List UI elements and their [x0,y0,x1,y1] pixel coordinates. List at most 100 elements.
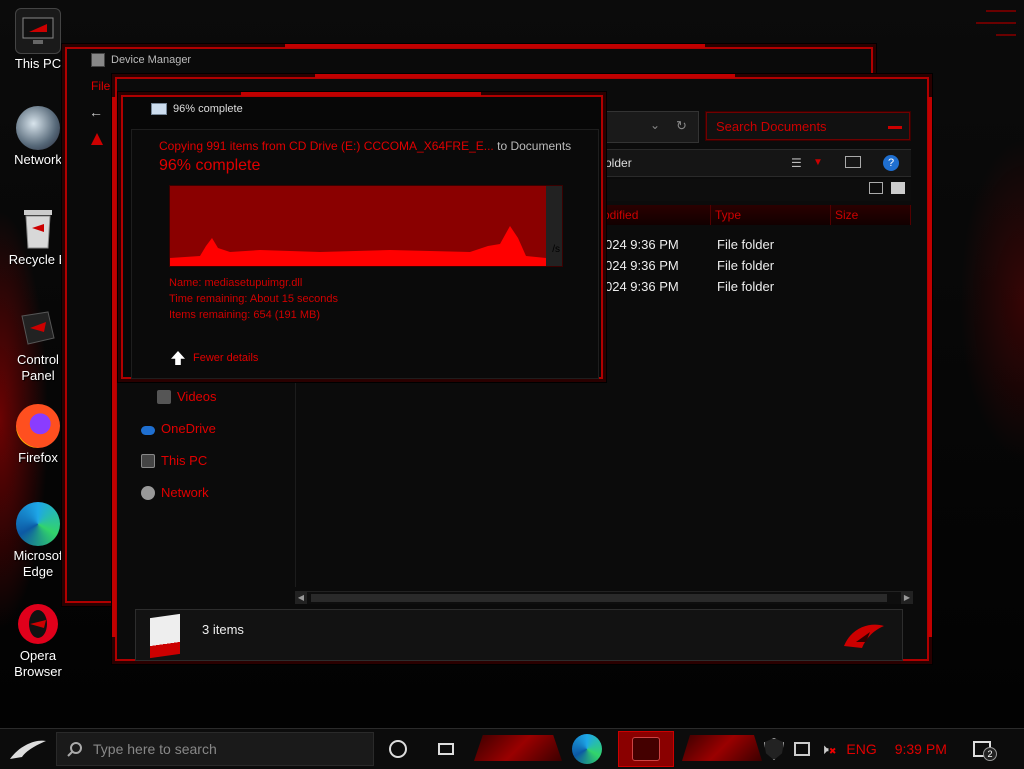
task-view-icon [438,743,454,755]
firefox-icon [16,404,60,448]
action-center-button[interactable]: 2 [968,735,997,763]
task-view-button[interactable] [432,735,460,763]
copy-icon [151,103,167,115]
cortana-icon [389,740,407,758]
help-icon[interactable]: ? [883,155,899,171]
corner-decoration [964,0,1024,60]
clock[interactable]: 9:39 PM [895,741,947,757]
nav-item-label: This PC [161,453,208,468]
frame-accent [285,44,705,48]
back-arrow-icon[interactable]: ← [89,105,107,119]
scroll-right-icon[interactable]: ▶ [901,592,913,604]
item-count: 3 items [202,622,244,637]
row-modified: 024 9:36 PM [605,279,679,294]
copy-to: to [497,139,508,153]
taskbar-decoration [474,735,562,761]
frame-accent-left [112,97,116,637]
device-manager-icon [91,53,105,67]
taskbar: Type here to search 🕨✖ ENG 9:39 PM 2 [0,728,1024,769]
chevron-down-icon[interactable]: ⌄ [650,118,660,132]
edge-icon [16,502,60,546]
search-placeholder: Search Documents [716,119,827,134]
column-headers: odified Type Size [599,205,911,225]
scrollbar-thumb[interactable] [311,594,887,602]
fewer-details-label: Fewer details [193,352,259,364]
this-pc-icon [141,453,155,468]
opera-icon [16,602,60,646]
column-header-modified[interactable]: odified [599,205,711,225]
collapse-arrow-icon [171,351,185,365]
edge-icon [572,734,602,764]
desktop-icon-label: Microsof Edge [13,548,63,579]
frame-accent [315,74,735,78]
refresh-icon[interactable]: ↻ [676,118,687,134]
copy-summary: Copying 991 items from CD Drive (E:) CCC… [159,139,571,153]
this-pc-icon [15,8,61,54]
fewer-details-button[interactable]: Fewer details [171,351,258,365]
dialog-title: 96% complete [173,103,243,115]
taskbar-search-placeholder: Type here to search [93,741,217,757]
notification-icon: 2 [973,741,997,761]
explorer-toolbar: older ☰ ▼ ? [599,149,911,177]
horizontal-scrollbar[interactable]: ◀ ▶ [295,591,913,604]
rog-logo-icon [844,624,884,648]
preview-pane-icon[interactable] [845,156,861,168]
videos-icon [157,389,171,404]
navigation-pane: Videos OneDrive This PC Network [131,377,291,577]
nav-item-label: OneDrive [161,421,216,436]
column-header-type[interactable]: Type [711,205,831,225]
security-shield-icon[interactable] [764,738,784,760]
desktop-icon-opera[interactable]: Opera Browser [2,602,74,680]
device-manager-titlebar: Device Manager [91,53,191,67]
nav-item-label: Network [161,485,209,500]
toolbar-label: older [605,156,632,170]
taskbar-explorer-button[interactable] [618,731,674,767]
scroll-left-icon[interactable]: ◀ [295,592,307,604]
network-icon [16,106,60,150]
rog-start-icon [10,740,46,759]
address-bar[interactable]: ⌄ ↻ [605,111,699,143]
rog-folder-icon [632,737,660,761]
taskbar-decoration [682,735,762,761]
window-title: Device Manager [111,54,192,66]
percent-complete: 96% complete [159,157,261,174]
nav-item-label: Videos [177,389,217,404]
nav-item-videos[interactable]: Videos [157,389,217,404]
copy-progress-dialog[interactable]: 96% complete Copying 991 items from CD D… [118,92,606,382]
dialog-titlebar: 96% complete [151,103,243,115]
notification-count: 2 [983,747,997,761]
search-icon [67,742,82,757]
network-status-icon[interactable] [794,742,810,756]
view-options-icon[interactable]: ☰ [791,150,802,176]
nav-item-onedrive[interactable]: OneDrive [141,421,216,436]
items-remaining: Items remaining: 654 (191 MB) [169,309,321,321]
desktop-icon-label: Opera Browser [14,648,62,679]
documents-folder-icon [150,613,180,659]
control-panel-icon [16,306,60,350]
cortana-button[interactable] [384,735,412,763]
nav-item-this-pc[interactable]: This PC [141,453,207,468]
frame-accent [241,92,481,96]
search-input[interactable]: Search Documents [705,111,911,141]
tiles-view-icon[interactable] [891,182,905,194]
volume-muted-icon[interactable]: 🕨✖ [820,741,836,758]
file-list-area[interactable] [295,377,912,587]
row-type: File folder [717,279,775,294]
taskbar-search-input[interactable]: Type here to search [56,732,374,766]
onedrive-icon [141,425,155,435]
language-indicator[interactable]: ENG [846,741,876,757]
view-bar [599,179,911,201]
details-view-icon[interactable] [869,182,883,194]
start-button[interactable] [0,729,56,769]
speed-graph-line [170,226,546,266]
chevron-down-icon[interactable]: ▼ [813,150,823,176]
taskbar-edge-button[interactable] [562,731,612,767]
nav-item-network[interactable]: Network [141,485,209,500]
column-header-size[interactable]: Size [831,205,911,225]
status-bar: 3 items [135,609,903,661]
row-type: File folder [717,237,775,252]
row-modified: 024 9:36 PM [605,258,679,273]
copy-source: Copying 991 items from CD Drive (E:) CCC… [159,139,494,153]
menu-file[interactable]: File [91,79,110,93]
row-modified: 024 9:36 PM [605,237,679,252]
